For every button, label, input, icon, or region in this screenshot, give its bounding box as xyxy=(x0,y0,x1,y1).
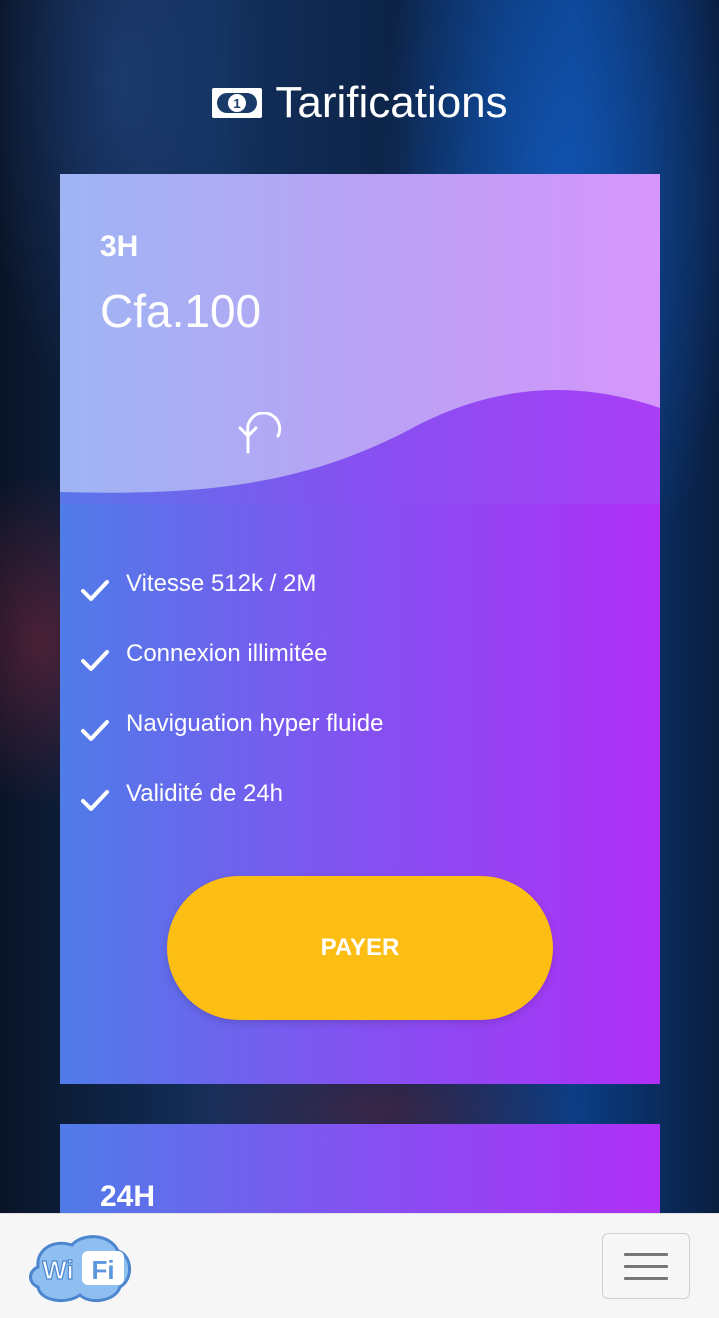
page-title-text: Tarifications xyxy=(275,78,508,127)
svg-text:1: 1 xyxy=(234,96,241,111)
feature-list: Vitesse 512k / 2M Connexion illimitée Na… xyxy=(80,552,384,832)
pay-button[interactable]: PAYER xyxy=(167,876,553,1020)
list-item: Validité de 24h xyxy=(80,762,384,832)
plan-price: Cfa.100 xyxy=(100,285,262,337)
feature-text: Connexion illimitée xyxy=(126,640,328,667)
bottom-navbar: Wi Fi xyxy=(0,1213,719,1318)
check-icon xyxy=(81,650,109,671)
check-icon xyxy=(81,720,109,741)
undo-arrow-icon xyxy=(238,412,282,454)
list-item: Connexion illimitée xyxy=(80,622,384,692)
list-item: Naviguation hyper fluide xyxy=(80,692,384,762)
svg-text:Fi: Fi xyxy=(91,1255,114,1285)
svg-text:Wi: Wi xyxy=(42,1255,74,1285)
page-title: 1 Tarifications xyxy=(0,78,719,128)
list-item: Vitesse 512k / 2M xyxy=(80,552,384,622)
pricing-card-3h: 3H Cfa.100 Vitesse 512k / 2M Connexion i… xyxy=(60,174,660,1084)
feature-text: Vitesse 512k / 2M xyxy=(126,570,317,597)
card-wave xyxy=(60,389,660,504)
plan-name: 3H xyxy=(100,230,139,263)
plan-name: 24H xyxy=(100,1180,156,1213)
wifi-logo[interactable]: Wi Fi xyxy=(28,1229,132,1305)
check-icon xyxy=(81,580,109,601)
money-bill-icon: 1 xyxy=(212,88,263,118)
check-icon xyxy=(81,790,109,811)
menu-toggle-button[interactable] xyxy=(602,1233,690,1299)
feature-text: Naviguation hyper fluide xyxy=(126,710,384,737)
hamburger-icon xyxy=(624,1253,668,1281)
feature-text: Validité de 24h xyxy=(126,780,284,807)
